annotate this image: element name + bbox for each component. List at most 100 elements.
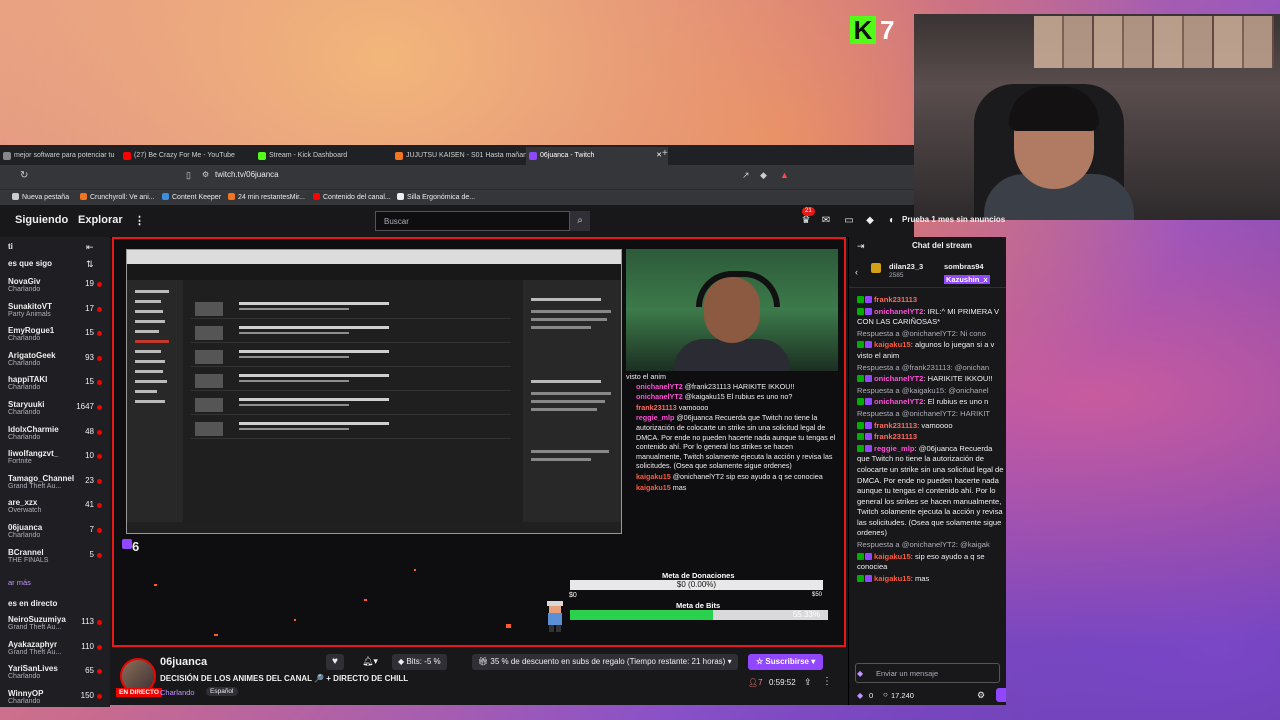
follow-heart-button[interactable]: ♥ xyxy=(326,654,344,670)
badge-icon xyxy=(857,444,864,452)
bits-button[interactable]: ◆ Bits: -5 % xyxy=(392,654,447,670)
nav-following[interactable]: Siguiendo xyxy=(15,214,68,226)
bookmark-item[interactable]: 24 min restantesMir... xyxy=(228,193,305,201)
kick-count: 7 xyxy=(880,15,895,45)
top-user[interactable]: Kazushin_x xyxy=(944,275,990,284)
chat-username[interactable]: kaigaku15 xyxy=(874,340,911,349)
chat-message[interactable]: kaigaku15: mas xyxy=(857,574,1006,585)
sort-icon[interactable]: ⇅ xyxy=(86,259,94,270)
more-menu-icon[interactable]: ⋮ xyxy=(134,214,145,227)
site-info-icon[interactable]: ⚙ xyxy=(202,170,209,179)
bookmark-item[interactable]: Contenido del canal... xyxy=(313,193,391,201)
show-more-link[interactable]: ar más xyxy=(8,578,31,587)
video-player[interactable]: visto el anim onichanelYT2 @frank231113 … xyxy=(112,237,846,647)
bits-icon[interactable]: ◆ xyxy=(864,215,876,227)
sidebar-channel[interactable]: NeiroSuzumiya Grand Theft Au... 113 xyxy=(8,615,108,641)
search-input[interactable]: Buscar xyxy=(375,211,570,231)
search-icon[interactable]: ⌕ xyxy=(570,211,590,231)
tab-label: (27) Be Crazy For Me - YouTube xyxy=(134,152,235,159)
stream-category[interactable]: Charlando xyxy=(160,688,195,697)
sidebar-channel[interactable]: Staryuuki Charlando 1647 xyxy=(8,400,108,426)
chat-username[interactable]: frank231113 xyxy=(874,295,917,304)
nav-browse[interactable]: Explorar xyxy=(78,214,123,226)
share-icon[interactable]: ↗ xyxy=(742,170,750,181)
chat-message[interactable]: frank231113 xyxy=(857,432,1006,443)
share-icon[interactable]: ⇪ xyxy=(804,677,812,688)
sidebar-channel[interactable]: YariSanLives Charlando 65 xyxy=(8,664,108,690)
chat-username[interactable]: reggie_mlp xyxy=(874,444,915,453)
captured-header xyxy=(127,264,621,280)
collapse-icon[interactable]: ⇤ xyxy=(86,242,94,253)
chat-input[interactable]: Enviar un mensaje xyxy=(855,663,1000,683)
chevron-left-icon[interactable]: ‹ xyxy=(855,267,858,277)
bookmark-item[interactable]: Crunchyroll: Ve ani... xyxy=(80,193,155,201)
url-field[interactable]: twitch.tv/06juanca xyxy=(215,170,279,179)
settings-gear-icon[interactable]: ⚙ xyxy=(977,690,985,701)
chat-reply-header: Respuesta a @onichanelYT2: Ni cono xyxy=(857,328,986,338)
chat-reply-header: Respuesta a @frank231113: @onichan xyxy=(857,362,990,372)
chat-username[interactable]: kaigaku15 xyxy=(874,574,911,583)
top-user[interactable]: sombras94 xyxy=(944,262,984,271)
bits-icon[interactable]: ◆ xyxy=(857,669,863,678)
sidebar-channel[interactable]: are_xzx Overwatch 41 xyxy=(8,498,108,524)
shield-icon[interactable]: ◆ xyxy=(760,170,767,181)
tab-1[interactable]: (27) Be Crazy For Me - YouTube xyxy=(120,147,262,165)
chat-message[interactable]: frank231113 xyxy=(857,295,1006,306)
chat-message[interactable]: onichanelYT2: El rubius es uno n xyxy=(857,397,1006,408)
chat-username[interactable]: kaigaku15 xyxy=(874,552,911,561)
sidebar-channel[interactable]: liwolfangzvt_ Fortnite 10 xyxy=(8,449,108,475)
sidebar-channel[interactable]: ArigatoGeek Charlando 93 xyxy=(8,351,108,377)
ad-free-icon[interactable]: ◐ xyxy=(886,215,898,227)
points-icon[interactable]: ◆ xyxy=(857,691,863,700)
bookmark-item[interactable]: Content Keeper xyxy=(162,193,221,201)
badge-icon xyxy=(865,574,872,582)
reload-icon[interactable]: ↻ xyxy=(20,170,28,181)
crown-icon[interactable]: ♛ xyxy=(800,215,812,227)
more-options-icon[interactable]: ⋮ xyxy=(822,676,832,687)
tab-3[interactable]: JUJUTSU KAISEN - S01 Hasta mañana xyxy=(392,147,534,165)
chat-message[interactable]: frank231113: vamoooo xyxy=(857,421,1006,432)
ad-free-promo[interactable]: Prueba 1 mes sin anuncios xyxy=(902,215,1005,224)
bookmark-icon[interactable]: ▯ xyxy=(186,170,191,181)
sidebar-channel[interactable]: 06juanca Charlando 7 xyxy=(8,523,108,549)
chat-send-button[interactable] xyxy=(996,688,1006,702)
chat-message[interactable]: kaigaku15: algunos lo juegan si a v vist… xyxy=(857,340,1006,361)
chat-message[interactable]: kaigaku15: sip eso ayudo a q se conocieа xyxy=(857,552,1006,573)
notifications-bell-icon[interactable]: 🔔︎▾ xyxy=(362,656,378,667)
chat-username[interactable]: onichanelYT2 xyxy=(874,374,923,383)
sidebar-channel[interactable]: Ayakazaphyr Grand Theft Au... 110 xyxy=(8,640,108,666)
gift-subs-button[interactable]: 🎁︎ 35 % de descuento en subs de regalo (… xyxy=(472,654,738,670)
language-tag[interactable]: Español xyxy=(206,687,238,696)
new-tab-icon[interactable]: + xyxy=(662,148,668,159)
chat-username[interactable]: onichanelYT2 xyxy=(874,397,923,406)
badge-icon xyxy=(857,421,864,429)
sidebar-channel[interactable]: BCrannel THE FINALS 5 xyxy=(8,548,108,574)
chat-message[interactable]: reggie_mlp: @06juanca Recuerda que Twitc… xyxy=(857,444,1006,539)
bookmark-item[interactable]: Nueva pestaña xyxy=(12,193,69,201)
subscribe-button[interactable]: ☆ Suscribirse ▾ xyxy=(748,654,824,670)
inbox-icon[interactable]: ✉ xyxy=(820,215,832,227)
sidebar-channel[interactable]: IdolxCharmie Charlando 48 xyxy=(8,425,108,451)
channel-points-b[interactable]: 17.240 xyxy=(891,691,914,700)
chat-message[interactable]: onichanelYT2: HARIKITE IKKOU!! xyxy=(857,374,1006,385)
bookmark-item[interactable]: Silla Ergonómica de... xyxy=(397,193,475,201)
viewer-icon: 👤︎ xyxy=(748,678,759,687)
chat-username[interactable]: frank231113 xyxy=(874,432,917,441)
sidebar-channel[interactable]: NovaGiv Charlando 19 xyxy=(8,277,108,303)
chat-username[interactable]: onichanelYT2 xyxy=(874,307,923,316)
chat-message[interactable]: onichanelYT2: IRL:^ MI PRIMERA V CON LAS… xyxy=(857,307,1006,328)
sidebar-channel[interactable]: EmyRogue1 Charlando 15 xyxy=(8,326,108,352)
extension-icon[interactable]: ▲ xyxy=(780,170,789,180)
tab-4[interactable]: 06juanca - Twitch ✕ xyxy=(526,147,668,165)
chat-username[interactable]: frank231113 xyxy=(874,421,917,430)
sidebar-channel[interactable]: SunakitoVT Party Animals 17 xyxy=(8,302,108,328)
whispers-icon[interactable]: ▭ xyxy=(843,215,855,227)
sidebar-channel[interactable]: happiTAKI Charlando 15 xyxy=(8,375,108,401)
top-user[interactable]: dilan23_3 xyxy=(889,262,923,271)
channel-name[interactable]: 06juanca xyxy=(160,656,207,668)
tab-0[interactable]: mejor software para potenciar tu xyxy=(0,147,132,165)
tab-2[interactable]: Stream - Kick Dashboard xyxy=(255,147,397,165)
sidebar-channel[interactable]: WinnyOP Charlando 150 xyxy=(8,689,108,715)
sidebar-channel[interactable]: Tamago_Channel Grand Theft Au... 23 xyxy=(8,474,108,500)
bits-label: Bits: -5 % xyxy=(406,657,441,666)
